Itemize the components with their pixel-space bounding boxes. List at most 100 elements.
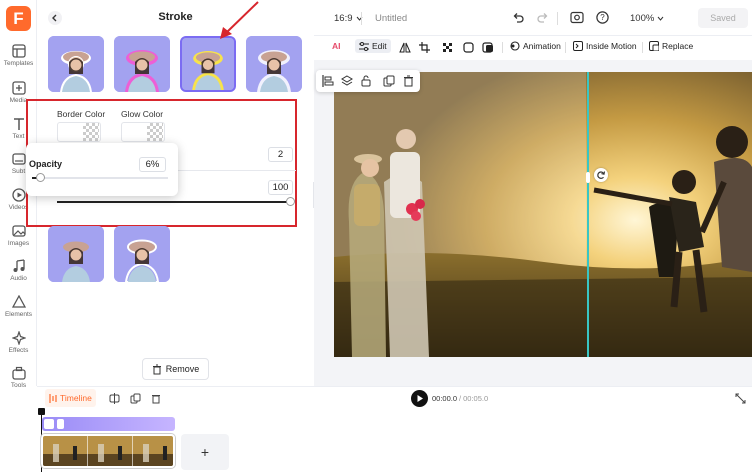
zoom-dropdown[interactable]: 100% [630, 13, 664, 24]
stroke-style-soft-edge[interactable] [48, 226, 104, 282]
redo-icon[interactable] [536, 11, 549, 24]
project-title[interactable]: Untitled [375, 13, 407, 24]
undo-icon[interactable] [512, 11, 525, 24]
app-logo[interactable]: F [6, 6, 31, 31]
total-time: 00:05.0 [463, 394, 489, 403]
play-icon [417, 395, 423, 402]
stroke-size-input[interactable]: 100 [268, 180, 293, 195]
glow-color-swatch[interactable] [121, 122, 165, 142]
opacity-input[interactable]: 6% [139, 157, 166, 172]
video-track-clip[interactable] [41, 434, 175, 468]
girl-portrait-image [48, 226, 104, 282]
resize-handle[interactable] [586, 172, 590, 183]
girl-portrait-image [246, 36, 302, 92]
edit-label: Edit [372, 41, 387, 51]
trash-icon[interactable] [403, 75, 414, 87]
alignment-guide [587, 72, 589, 357]
crop-icon[interactable] [419, 42, 430, 53]
replace-icon [649, 41, 659, 51]
align-left-icon[interactable] [322, 75, 334, 87]
media-icon [11, 81, 26, 95]
images-icon [11, 225, 26, 237]
edit-toolbar: AI Edit Animation Inside Motion Replace [320, 36, 752, 60]
opacity-popup: Opacity 6% [26, 143, 178, 196]
edit-button[interactable]: Edit [355, 39, 391, 53]
stroke-style-white-outline[interactable] [114, 226, 170, 282]
ai-label: AI [332, 41, 341, 51]
rail-label-audio: Audio [10, 275, 27, 282]
image-track-clip[interactable] [42, 417, 175, 431]
rail-label-templates: Templates [3, 60, 34, 67]
saved-button[interactable]: Saved [698, 8, 748, 28]
rail-item-effects[interactable]: Effects [0, 331, 37, 354]
sliders-icon [359, 41, 369, 51]
remove-label: Remove [165, 364, 200, 374]
opacity-checker-icon[interactable] [442, 42, 453, 53]
timeline-label: Timeline [60, 393, 92, 403]
divider [502, 42, 503, 53]
corner-radius-icon[interactable] [463, 42, 474, 53]
rail-item-audio[interactable]: Audio [0, 259, 37, 282]
help-icon[interactable]: ? [596, 11, 609, 24]
aspect-ratio-dropdown[interactable]: 16:9 [334, 13, 363, 24]
divider [361, 12, 362, 25]
templates-icon [11, 44, 26, 58]
videos-icon [11, 188, 26, 202]
remove-button[interactable]: Remove [142, 358, 209, 380]
stroke-tool-icon[interactable] [482, 42, 494, 53]
ai-tool-button[interactable]: AI [332, 41, 341, 51]
opacity-label: Opacity [29, 159, 63, 169]
rail-item-elements[interactable]: Elements [0, 295, 37, 318]
replace-button[interactable]: Replace [649, 41, 693, 51]
stroke-style-pink-glow[interactable] [114, 36, 170, 92]
time-display: 00:00.0 / 00:05.0 [432, 394, 488, 403]
layers-icon[interactable] [341, 75, 353, 87]
stroke-width-input[interactable]: 2 [268, 147, 293, 162]
sunset-family-image [334, 72, 752, 357]
rail-item-tools[interactable]: Tools [0, 366, 37, 389]
preview-icon[interactable] [570, 11, 584, 24]
opacity-slider[interactable] [32, 177, 168, 179]
flip-icon[interactable] [399, 42, 411, 53]
timeline-tab[interactable]: Timeline [45, 389, 96, 407]
elements-icon [11, 295, 26, 308]
expand-icon[interactable] [735, 393, 746, 404]
rotate-handle[interactable] [594, 168, 608, 182]
animation-button[interactable]: Animation [510, 41, 561, 51]
divider [176, 170, 296, 171]
timeline-panel: Timeline 00:00.0 / 00:05.0 + [37, 386, 752, 472]
replace-label: Replace [662, 41, 694, 51]
border-color-swatch[interactable] [57, 122, 101, 142]
trash-icon[interactable] [151, 393, 161, 404]
opacity-slider-handle[interactable] [36, 173, 45, 182]
rail-item-images[interactable]: Images [0, 224, 37, 247]
copy-icon[interactable] [130, 393, 141, 404]
video-frames-image [43, 436, 173, 466]
girl-portrait-image [182, 38, 234, 90]
canvas-image[interactable] [334, 72, 752, 357]
rail-label-elements: Elements [4, 311, 33, 318]
svg-text:?: ? [600, 13, 605, 22]
stroke-size-slider[interactable] [57, 201, 290, 203]
stroke-style-white-border[interactable] [48, 36, 104, 92]
zoom-value: 100% [630, 13, 655, 24]
clip-handle[interactable] [57, 419, 64, 429]
play-button[interactable] [411, 390, 428, 407]
inside-motion-label: Inside Motion [586, 41, 637, 51]
divider [642, 42, 643, 53]
girl-portrait-image [48, 36, 104, 92]
girl-portrait-image [114, 226, 170, 282]
stroke-size-slider-handle[interactable] [286, 197, 295, 206]
rail-item-templates[interactable]: Templates [0, 44, 37, 67]
inside-motion-button[interactable]: Inside Motion [573, 41, 637, 51]
panel-title: Stroke [158, 11, 193, 23]
add-clip-button[interactable]: + [181, 434, 229, 470]
unlock-icon[interactable] [360, 75, 372, 87]
top-bar: 16:9 Untitled ? 100% Saved [314, 0, 752, 36]
stroke-style-white-glow[interactable] [246, 36, 302, 92]
split-icon[interactable] [109, 393, 120, 404]
girl-portrait-image [114, 36, 170, 92]
stroke-style-yellow-glow[interactable] [180, 36, 236, 92]
glow-color-label: Glow Color [121, 109, 164, 119]
duplicate-icon[interactable] [383, 75, 395, 87]
